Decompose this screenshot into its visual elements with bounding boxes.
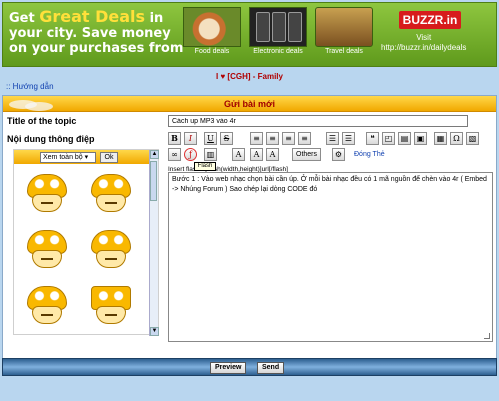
electronic-deals-label: Electronic deals — [253, 48, 303, 55]
scrollbar-thumb[interactable] — [150, 161, 157, 201]
travel-deals-tile[interactable]: Travel deals — [315, 7, 373, 55]
align-center-icon[interactable]: ≡ — [266, 132, 279, 145]
italic-button[interactable]: I — [184, 132, 197, 145]
banner-promo-text: Get Great Deals in your city. Save money… — [9, 7, 184, 57]
food-image — [183, 7, 241, 47]
panel-header-title: Gửi bài mới — [224, 99, 275, 109]
emoticon-mushroom-icon[interactable] — [22, 172, 72, 216]
send-button[interactable]: Send — [257, 362, 285, 374]
leaf-decoration-icon — [25, 102, 53, 111]
underline-button[interactable]: U — [204, 132, 217, 145]
banner-highlight: Great Deals — [39, 7, 146, 26]
message-editor[interactable]: Bước 1 : Vào web nhạc chọn bài cần úp. Ở… — [168, 172, 493, 342]
code-icon[interactable]: ◰ — [382, 132, 395, 145]
phone-icon — [288, 12, 302, 42]
suitcase-image — [315, 7, 373, 47]
color-icon[interactable]: A — [232, 148, 245, 161]
font-size-icon[interactable]: A — [250, 148, 263, 161]
help-link[interactable]: :: Hướng dẫn — [6, 82, 54, 91]
hide-icon[interactable]: ▣ — [414, 132, 427, 145]
emoticon-mushroom-icon[interactable] — [22, 228, 72, 272]
emoticon-panel: Xem toàn bộ ▾ Ok ▲ ▼ — [13, 149, 159, 336]
ad-banner[interactable]: Get Great Deals in your city. Save money… — [2, 2, 497, 67]
list-bullet-icon[interactable]: ☰ — [326, 132, 339, 145]
character-icon[interactable]: Ω — [450, 132, 463, 145]
preview-button[interactable]: Preview — [210, 362, 247, 374]
topic-title-input[interactable] — [168, 115, 468, 127]
others-button[interactable]: Others — [292, 148, 322, 161]
spoiler-icon[interactable]: ▤ — [398, 132, 411, 145]
panel-header: Gửi bài mới — [3, 96, 496, 112]
phones-image — [249, 7, 307, 47]
phone-icon — [272, 12, 286, 42]
food-deals-label: Food deals — [194, 48, 230, 55]
quote-icon[interactable]: ❝ — [366, 132, 379, 145]
scroll-down-icon[interactable]: ▼ — [150, 327, 159, 336]
emoticon-mushroom-icon[interactable] — [86, 284, 136, 328]
align-justify-icon[interactable]: ≡ — [298, 132, 311, 145]
strike-button[interactable]: S — [220, 132, 233, 145]
visit-link[interactable]: Visit http://buzzr.in/dailydeals — [381, 33, 466, 53]
emoticon-panel-header: Xem toàn bộ ▾ Ok — [14, 150, 158, 164]
resize-handle-icon[interactable] — [484, 333, 490, 339]
align-left-icon[interactable]: ≡ — [250, 132, 263, 145]
bold-button[interactable]: B — [168, 132, 181, 145]
list-number-icon[interactable]: ☰ — [342, 132, 355, 145]
emoticon-mushroom-icon[interactable] — [86, 172, 136, 216]
close-tags-link[interactable]: Đóng Thẻ — [354, 148, 385, 161]
scroll-up-icon[interactable]: ▲ — [150, 150, 159, 159]
link-icon[interactable]: ∞ — [168, 148, 181, 161]
title-label: Title of the topic — [7, 116, 77, 126]
electronic-deals-tile[interactable]: Electronic deals — [249, 7, 307, 55]
emoticon-view-select[interactable]: Xem toàn bộ ▾ — [40, 152, 96, 163]
emoticon-mushroom-icon[interactable] — [22, 284, 72, 328]
emoticon-ok-button[interactable]: Ok — [100, 152, 118, 163]
phone-icon — [256, 12, 270, 42]
new-post-panel: Gửi bài mới Title of the topic Nội dung … — [2, 95, 497, 360]
align-right-icon[interactable]: ≡ — [282, 132, 295, 145]
message-text: Bước 1 : Vào web nhạc chọn bài cần úp. Ở… — [172, 176, 487, 193]
emoticon-mushroom-icon[interactable] — [86, 228, 136, 272]
video-icon[interactable]: ▥ — [204, 148, 217, 161]
form-footer: Preview Send — [2, 358, 497, 376]
buzzr-logo[interactable]: BUZZR.in — [399, 11, 461, 29]
content-label: Nội dung thông điệp — [7, 134, 95, 144]
flash-icon[interactable]: ƒ — [184, 148, 197, 161]
settings-icon[interactable]: ⚙ — [332, 148, 345, 161]
font-face-icon[interactable]: A — [266, 148, 279, 161]
format-icon[interactable]: ▧ — [466, 132, 479, 145]
forum-topic-title[interactable]: I ♥ [CGH] - Family — [0, 72, 499, 81]
emoticon-scrollbar[interactable]: ▲ ▼ — [149, 150, 159, 336]
travel-deals-label: Travel deals — [325, 48, 363, 55]
flash-tooltip: Flash — [194, 162, 216, 171]
food-deals-tile[interactable]: Food deals — [183, 7, 241, 55]
table-icon[interactable]: ▦ — [434, 132, 447, 145]
